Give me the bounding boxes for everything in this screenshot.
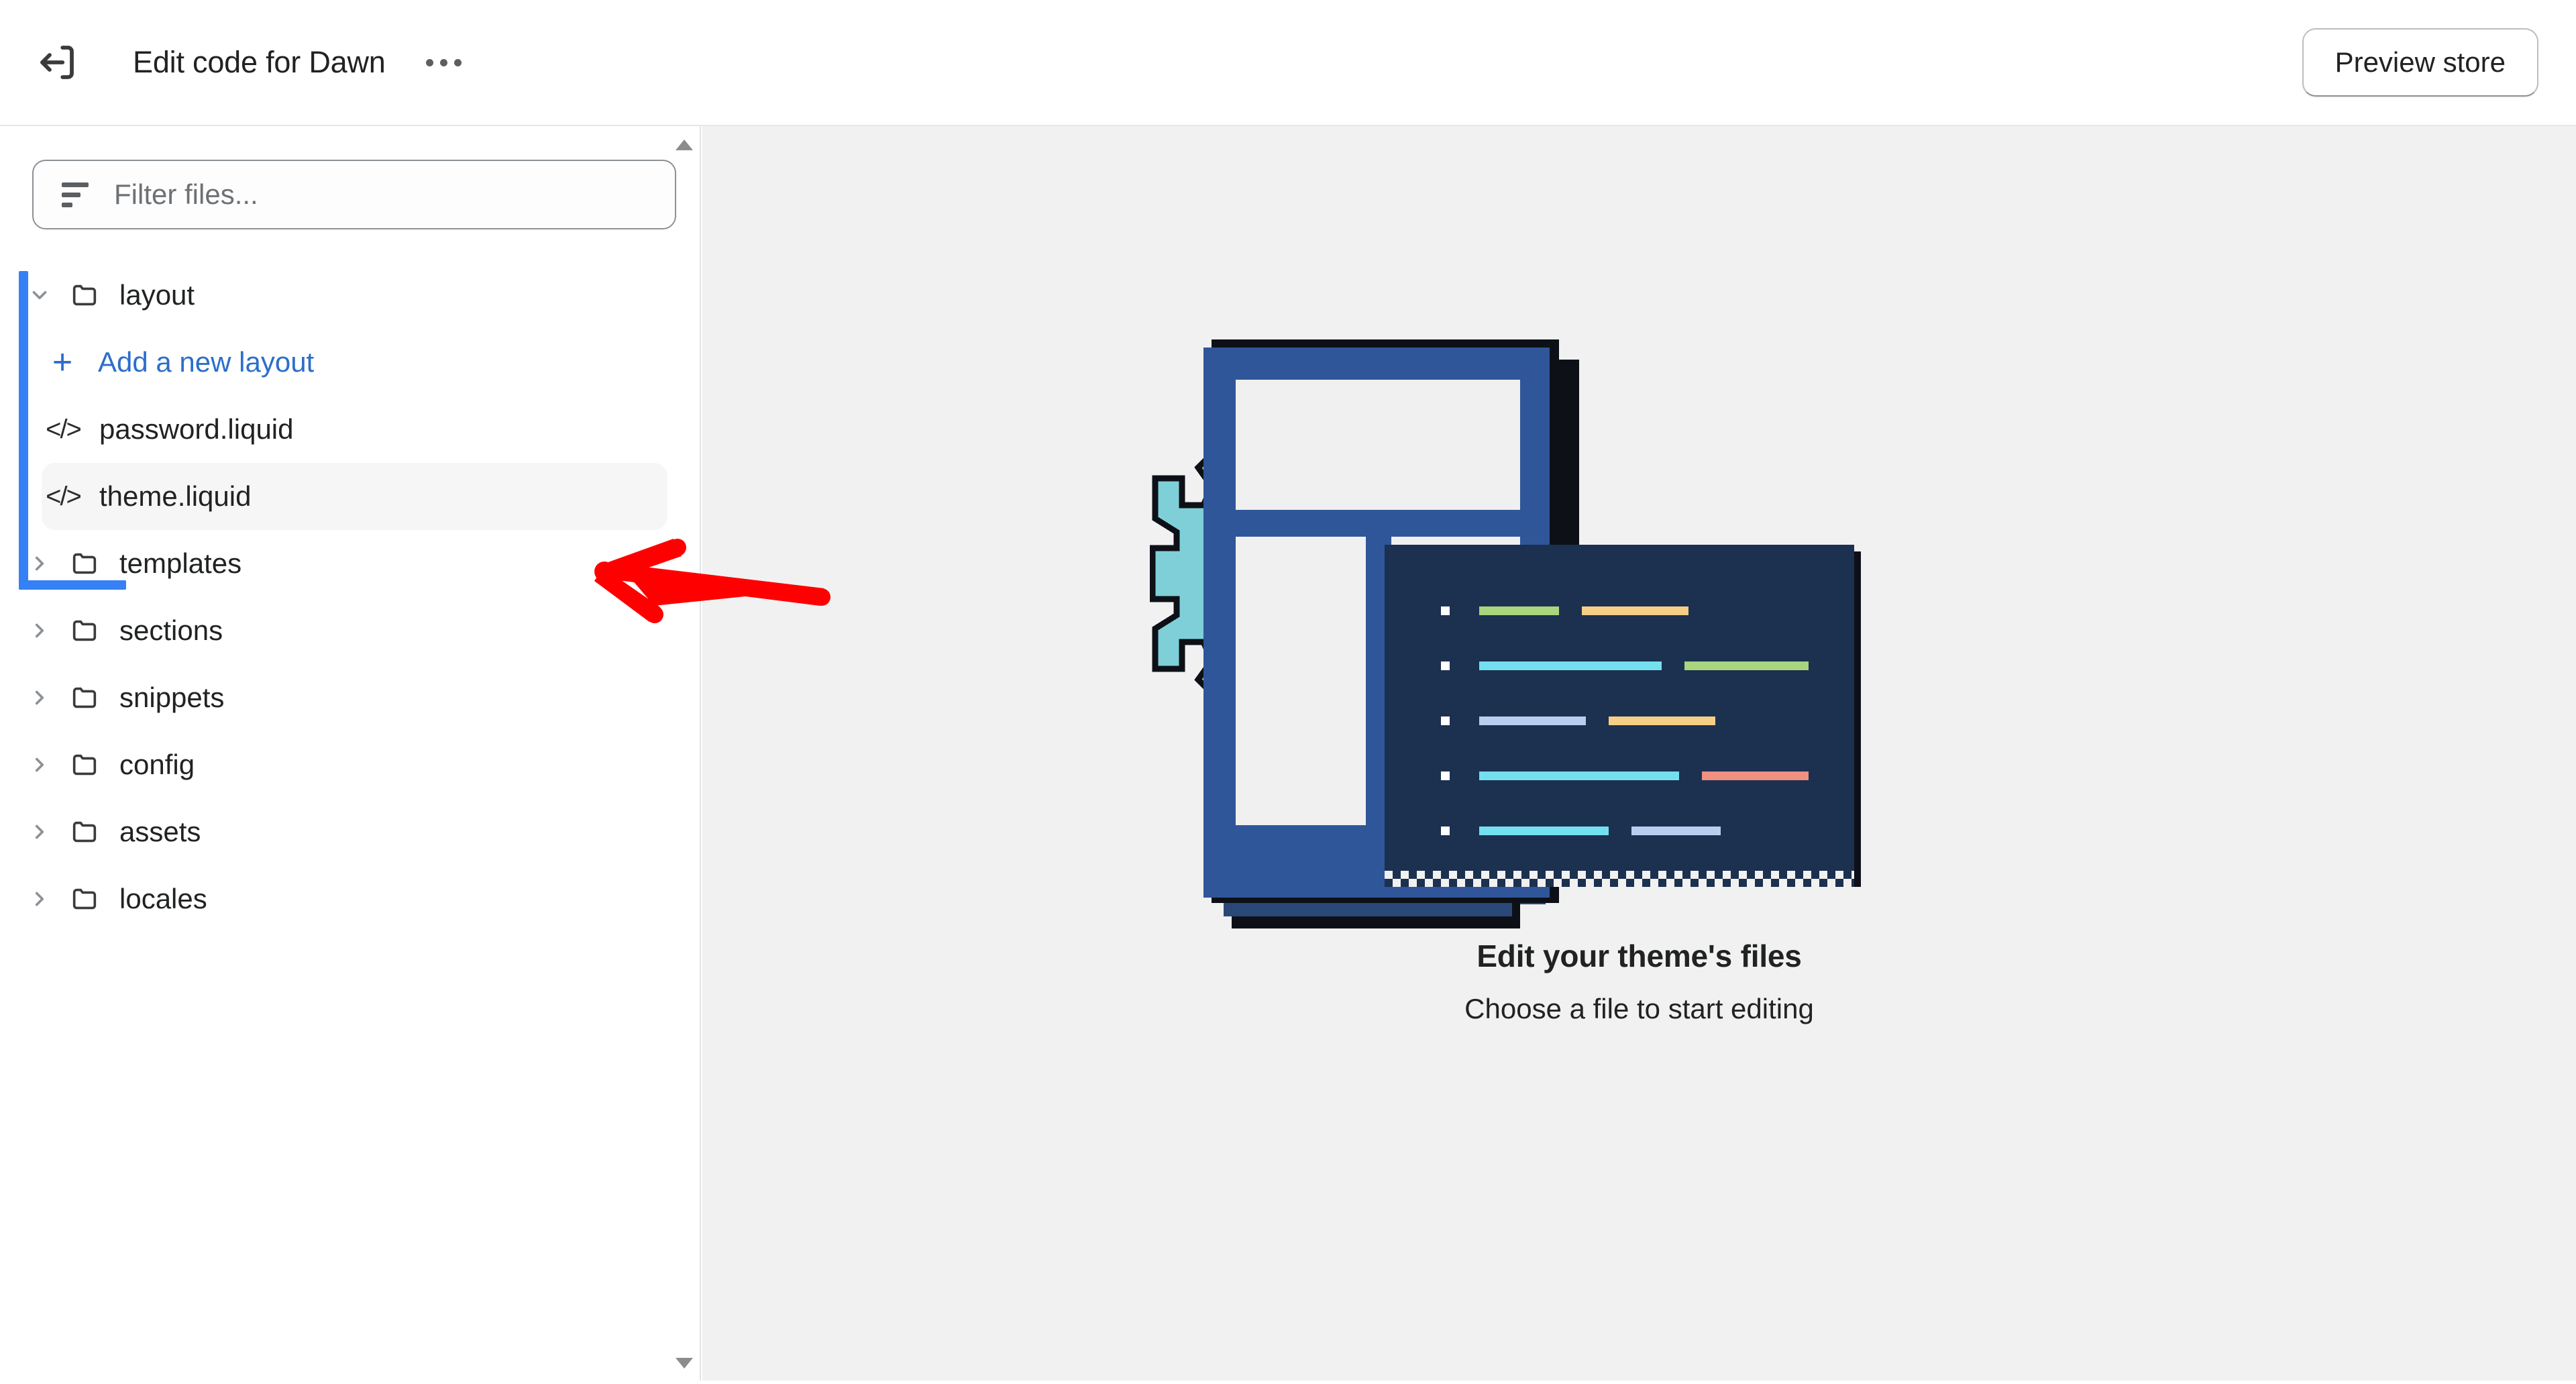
filter-icon (62, 180, 91, 209)
scroll-down-arrow-icon[interactable] (676, 1358, 693, 1369)
illus-checker-edge (1384, 871, 1854, 887)
theme-code-editor-illustration (1149, 335, 2129, 928)
sidebar-scrollbar[interactable] (672, 126, 697, 1381)
sidebar-item-label: config (119, 749, 195, 780)
illus-code-bar (1479, 606, 1559, 615)
code-file-icon: </> (46, 481, 82, 511)
top-bar-left: Edit code for Dawn (0, 40, 468, 85)
illus-code-bar (1479, 661, 1662, 670)
sidebar-item-label: locales (119, 883, 207, 914)
folder-icon (64, 884, 105, 914)
folder-icon (64, 615, 105, 646)
empty-state-subtitle: Choose a file to start editing (1464, 993, 1814, 1024)
illus-code-row (1440, 817, 1854, 844)
sidebar-item-label: password.liquid (99, 413, 294, 445)
chevron-right-icon[interactable] (19, 888, 60, 910)
sidebar-item-label: layout (119, 279, 195, 311)
folder-icon (64, 682, 105, 713)
illus-code-bar (1479, 826, 1609, 835)
editor-empty-state: Edit your theme's files Choose a file to… (702, 126, 2576, 1381)
code-file-icon: </> (46, 414, 82, 444)
sidebar-item-label: snippets (119, 682, 225, 713)
folder-icon (64, 816, 105, 847)
illus-code-bar (1701, 771, 1809, 780)
page-title: Edit code for Dawn (133, 45, 386, 79)
exit-arrow-icon[interactable] (35, 40, 79, 85)
illus-code-bar (1479, 771, 1679, 780)
illus-pane-top (1235, 380, 1520, 510)
chevron-right-icon[interactable] (19, 619, 60, 642)
illus-code-bar (1631, 826, 1721, 835)
illus-code-bullet (1440, 771, 1450, 780)
top-bar: Edit code for Dawn Preview store (0, 0, 2576, 126)
sidebar-item-snippets[interactable]: snippets (19, 664, 667, 731)
illus-code-bar (1684, 661, 1809, 670)
sidebar-item-label: templates (119, 547, 242, 579)
chevron-right-icon[interactable] (19, 820, 60, 843)
sidebar-item-label: sections (119, 615, 223, 646)
add-a-new-layout-button[interactable]: + Add a new layout (42, 329, 667, 396)
illus-code-bullet (1440, 661, 1450, 670)
scroll-up-arrow-icon[interactable] (676, 140, 693, 150)
chevron-right-icon[interactable] (19, 686, 60, 709)
sidebar-item-password-liquid[interactable]: </> password.liquid (42, 396, 667, 463)
illus-code-row (1440, 762, 1854, 789)
file-sidebar: Filter files... layout + Add a new layou… (0, 126, 701, 1381)
illus-code-row (1440, 597, 1854, 624)
chevron-right-icon[interactable] (19, 753, 60, 776)
sidebar-item-config[interactable]: config (19, 731, 667, 798)
illus-code-row (1440, 707, 1854, 734)
chevron-down-icon[interactable] (19, 284, 60, 307)
illus-pane-bottom-left (1235, 537, 1366, 825)
preview-store-button[interactable]: Preview store (2302, 28, 2538, 97)
ellipsis-icon[interactable] (421, 42, 468, 83)
folder-icon (64, 280, 105, 311)
illus-code-panel (1384, 545, 1854, 879)
illus-code-bar (1608, 716, 1715, 725)
sidebar-item-locales[interactable]: locales (19, 865, 667, 933)
folder-icon (64, 548, 105, 579)
sidebar-item-templates[interactable]: templates (19, 530, 667, 597)
illus-code-bar (1479, 716, 1586, 725)
empty-state-title: Edit your theme's files (1477, 939, 1802, 973)
sidebar-item-label: theme.liquid (99, 480, 252, 512)
chevron-right-icon[interactable] (19, 552, 60, 575)
folder-icon (64, 749, 105, 780)
sidebar-item-assets[interactable]: assets (19, 798, 667, 865)
illus-code-bullet (1440, 826, 1450, 835)
illus-code-rows (1385, 545, 1854, 879)
sidebar-item-theme-liquid[interactable]: </> theme.liquid (42, 463, 667, 530)
filter-placeholder: Filter files... (114, 178, 258, 210)
add-layout-label: Add a new layout (98, 346, 315, 378)
sidebar-item-label: assets (119, 816, 201, 847)
illus-code-row (1440, 652, 1854, 679)
plus-icon: + (52, 343, 73, 382)
illus-code-bullet (1440, 606, 1450, 615)
filter-files-input[interactable]: Filter files... (32, 160, 676, 229)
sidebar-item-sections[interactable]: sections (19, 597, 667, 664)
filter-row: Filter files... (0, 126, 700, 229)
file-tree: layout + Add a new layout </> password.l… (0, 262, 700, 933)
illus-code-bar (1581, 606, 1688, 615)
sidebar-item-layout[interactable]: layout (19, 262, 667, 329)
illus-code-bullet (1440, 716, 1450, 725)
